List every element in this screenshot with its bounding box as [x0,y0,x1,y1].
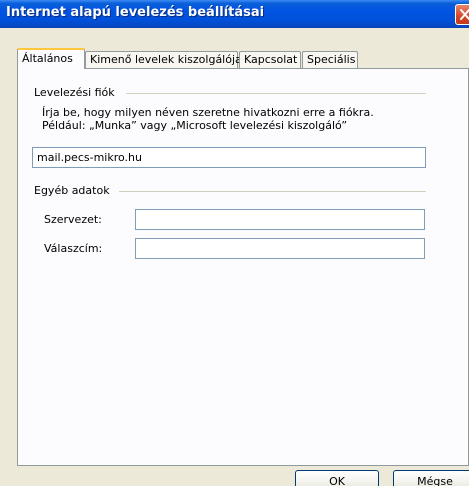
dialog-window: Internet alapú levelezés beállításai Ált… [0,0,469,486]
other-info-group-label: Egyéb adatok [34,184,110,197]
tab-outgoing-server[interactable]: Kimenő levelek kiszolgálója [85,51,242,68]
tab-general-label: Általános [22,52,73,65]
tab-connection-label: Kapcsolat [244,53,298,66]
account-name-input[interactable] [32,147,426,168]
cancel-button-label: Mégse [417,475,453,486]
tab-general[interactable]: Általános [17,48,85,69]
account-description-line1: Írja be, hogy milyen néven szeretne hiva… [42,106,374,119]
close-icon [460,9,469,20]
ok-button[interactable]: OK [295,470,379,486]
tab-panel-general: Levelezési fiók Írja be, hogy milyen név… [17,68,469,466]
reply-address-label: Válaszcím: [44,242,103,255]
tab-advanced[interactable]: Speciális [302,51,358,68]
mail-account-group-label: Levelezési fiók [34,86,115,99]
account-description-line2: Például: „Munka” vagy „Microsoft levelez… [42,119,348,132]
organization-label: Szervezet: [44,213,102,226]
cancel-button[interactable]: Mégse [393,470,469,486]
other-info-divider [119,191,426,192]
window-title: Internet alapú levelezés beállításai [6,5,265,20]
tab-connection[interactable]: Kapcsolat [239,51,301,68]
ok-button-label: OK [329,475,345,486]
tab-outgoing-server-label: Kimenő levelek kiszolgálója [90,53,242,66]
tab-advanced-label: Speciális [307,53,356,66]
title-bar[interactable]: Internet alapú levelezés beállításai [0,0,469,28]
close-button[interactable] [455,4,469,25]
mail-account-divider [126,93,426,94]
reply-address-input[interactable] [135,238,425,259]
organization-input[interactable] [135,209,425,230]
